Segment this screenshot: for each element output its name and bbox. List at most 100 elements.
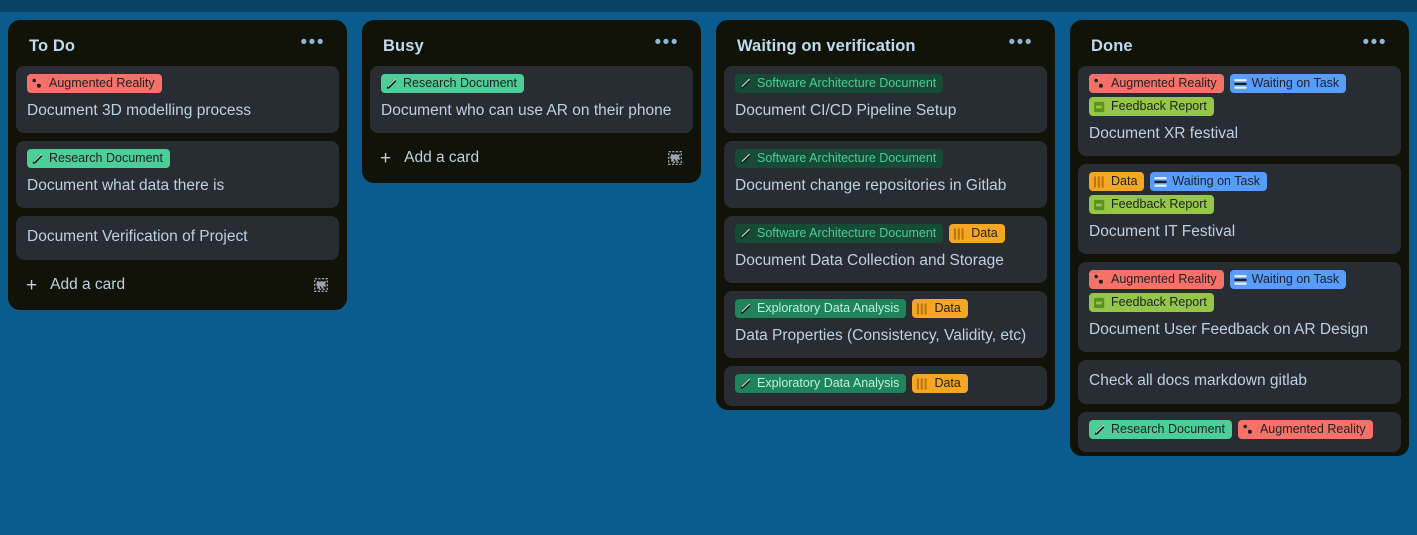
card-title: Document Verification of Project — [27, 228, 248, 245]
card-list: Augmented Reality Document 3D modelling p… — [16, 66, 339, 260]
card-label[interactable]: Data — [912, 374, 968, 393]
card-title: Data Properties (Consistency, Validity, … — [735, 327, 1027, 344]
list-title: Done — [1091, 36, 1133, 55]
card-label[interactable]: Waiting on Task — [1229, 74, 1347, 93]
card[interactable]: Exploratory Data Analysis Data — [724, 366, 1047, 406]
card-list: Research Document Document who can use AR… — [370, 66, 693, 133]
list-title: Waiting on verification — [737, 36, 916, 55]
card-label[interactable]: Data — [949, 224, 1005, 243]
card-label[interactable]: Waiting on Task — [1150, 172, 1267, 191]
list-done: Done ••• Augmented Reality Waiting on Task F… — [1070, 20, 1409, 456]
card-title: Check all docs markdown gitlab — [1089, 372, 1307, 389]
card-labels: Software Architecture Document — [735, 149, 1036, 168]
card-label[interactable]: Augmented Reality — [1089, 74, 1224, 93]
card-label[interactable]: Feedback Report — [1089, 97, 1214, 116]
card[interactable]: Data Waiting on Task Feedback Report Docume… — [1078, 164, 1401, 254]
card-label-text: Software Architecture Document — [757, 226, 937, 240]
card-template-icon[interactable] — [666, 149, 684, 167]
card-label[interactable]: Augmented Reality — [27, 74, 162, 93]
card[interactable]: Exploratory Data Analysis Data Data Proper… — [724, 291, 1047, 358]
card-label-text: Software Architecture Document — [757, 76, 937, 90]
card-labels: Data Waiting on Task Feedback Report — [1089, 172, 1390, 214]
card-label[interactable]: Software Architecture Document — [735, 224, 944, 243]
card-label[interactable]: Waiting on Task — [1229, 270, 1347, 289]
card-label-text: Research Document — [49, 151, 163, 165]
pencil-icon — [740, 228, 751, 239]
card[interactable]: Augmented Reality Waiting on Task Feedback… — [1078, 262, 1401, 352]
list-title: Busy — [383, 36, 424, 55]
card-labels: Software Architecture Document — [735, 74, 1036, 93]
card[interactable]: Augmented Reality Document 3D modelling p… — [16, 66, 339, 133]
card-label[interactable]: Data — [912, 299, 968, 318]
card-label[interactable]: Research Document — [1089, 420, 1232, 439]
card-label[interactable]: Augmented Reality — [1237, 420, 1373, 439]
pencil-icon — [386, 78, 397, 89]
list-to-do: To Do ••• Augmented Reality Document 3D mod… — [8, 20, 347, 310]
card-label-text: Data — [934, 301, 961, 315]
card-label-text: Data — [1111, 174, 1138, 188]
plus-icon: + — [380, 147, 392, 169]
card-labels: Research Document — [27, 149, 328, 168]
list-menu-icon[interactable]: ••• — [1003, 33, 1039, 56]
card-label[interactable]: Data — [1089, 172, 1145, 191]
pencil-icon — [740, 303, 751, 314]
add-card-label: Add a card — [404, 149, 480, 166]
list-menu-icon[interactable]: ••• — [295, 33, 331, 56]
card[interactable]: Document Verification of Project — [16, 216, 339, 260]
card-list: Software Architecture Document Document C… — [724, 66, 1047, 406]
card-title: Document Data Collection and Storage — [735, 252, 1004, 269]
card-label[interactable]: Exploratory Data Analysis — [735, 299, 907, 318]
speech-bubble-icon — [1094, 297, 1105, 308]
card-labels: Augmented Reality — [27, 74, 328, 93]
card[interactable]: Software Architecture Document Data Docume… — [724, 216, 1047, 283]
card-title: Document XR festival — [1089, 125, 1239, 142]
speech-bubble-icon — [1094, 101, 1105, 112]
card-label-text: Augmented Reality — [49, 76, 155, 90]
bars-icon — [954, 227, 964, 240]
card-label-text: Feedback Report — [1111, 197, 1207, 211]
card-template-icon[interactable] — [312, 276, 330, 294]
card-title: Document IT Festival — [1089, 223, 1236, 240]
card-label[interactable]: Software Architecture Document — [735, 149, 944, 168]
card-label[interactable]: Research Document — [27, 149, 170, 168]
card-label-text: Research Document — [1111, 422, 1225, 436]
card-label-text: Exploratory Data Analysis — [757, 376, 900, 390]
card-title: Document CI/CD Pipeline Setup — [735, 102, 957, 119]
list-menu-icon[interactable]: ••• — [1357, 33, 1393, 56]
card[interactable]: Check all docs markdown gitlab — [1078, 360, 1401, 404]
card-label[interactable]: Augmented Reality — [1089, 270, 1224, 289]
card[interactable]: Software Architecture Document Document c… — [724, 141, 1047, 208]
pencil-icon — [1094, 424, 1105, 435]
list-menu-icon[interactable]: ••• — [649, 33, 685, 56]
card-labels: Research Document — [381, 74, 682, 93]
card-label-text: Waiting on Task — [1251, 272, 1340, 286]
add-card-row[interactable]: + Add a card — [370, 137, 693, 179]
card-label[interactable]: Software Architecture Document — [735, 74, 944, 93]
card[interactable]: Research Document Document who can use AR… — [370, 66, 693, 133]
add-card-row[interactable]: + Add a card — [16, 264, 339, 306]
card-title: Document who can use AR on their phone — [381, 102, 672, 119]
card-label[interactable]: Exploratory Data Analysis — [735, 374, 907, 393]
card-label-text: Augmented Reality — [1259, 422, 1366, 436]
card-label-text: Augmented Reality — [1111, 76, 1217, 90]
particles-icon — [1094, 78, 1103, 88]
pencil-icon — [32, 153, 43, 164]
add-card-button[interactable]: + Add a card — [380, 147, 480, 169]
card-title: Document 3D modelling process — [27, 102, 251, 119]
card-label-text: Feedback Report — [1111, 295, 1207, 309]
card[interactable]: Research Document Augmented Reality — [1078, 412, 1401, 452]
card[interactable]: Research Document Document what data ther… — [16, 141, 339, 208]
card-label[interactable]: Research Document — [381, 74, 524, 93]
kanban-board: To Do ••• Augmented Reality Document 3D mod… — [0, 0, 1417, 535]
card-label-text: Data — [971, 226, 998, 240]
board-lists-container: To Do ••• Augmented Reality Document 3D mod… — [8, 20, 1409, 456]
card[interactable]: Augmented Reality Waiting on Task Feedback… — [1078, 66, 1401, 156]
card-label[interactable]: Feedback Report — [1089, 293, 1214, 312]
add-card-button[interactable]: + Add a card — [26, 274, 125, 296]
speech-bubble-icon — [1094, 199, 1105, 210]
card-title: Document change repositories in Gitlab — [735, 177, 1007, 194]
card[interactable]: Software Architecture Document Document C… — [724, 66, 1047, 133]
plus-icon: + — [26, 274, 38, 296]
card-labels: Exploratory Data Analysis Data — [735, 374, 1036, 393]
card-label[interactable]: Feedback Report — [1089, 195, 1214, 214]
